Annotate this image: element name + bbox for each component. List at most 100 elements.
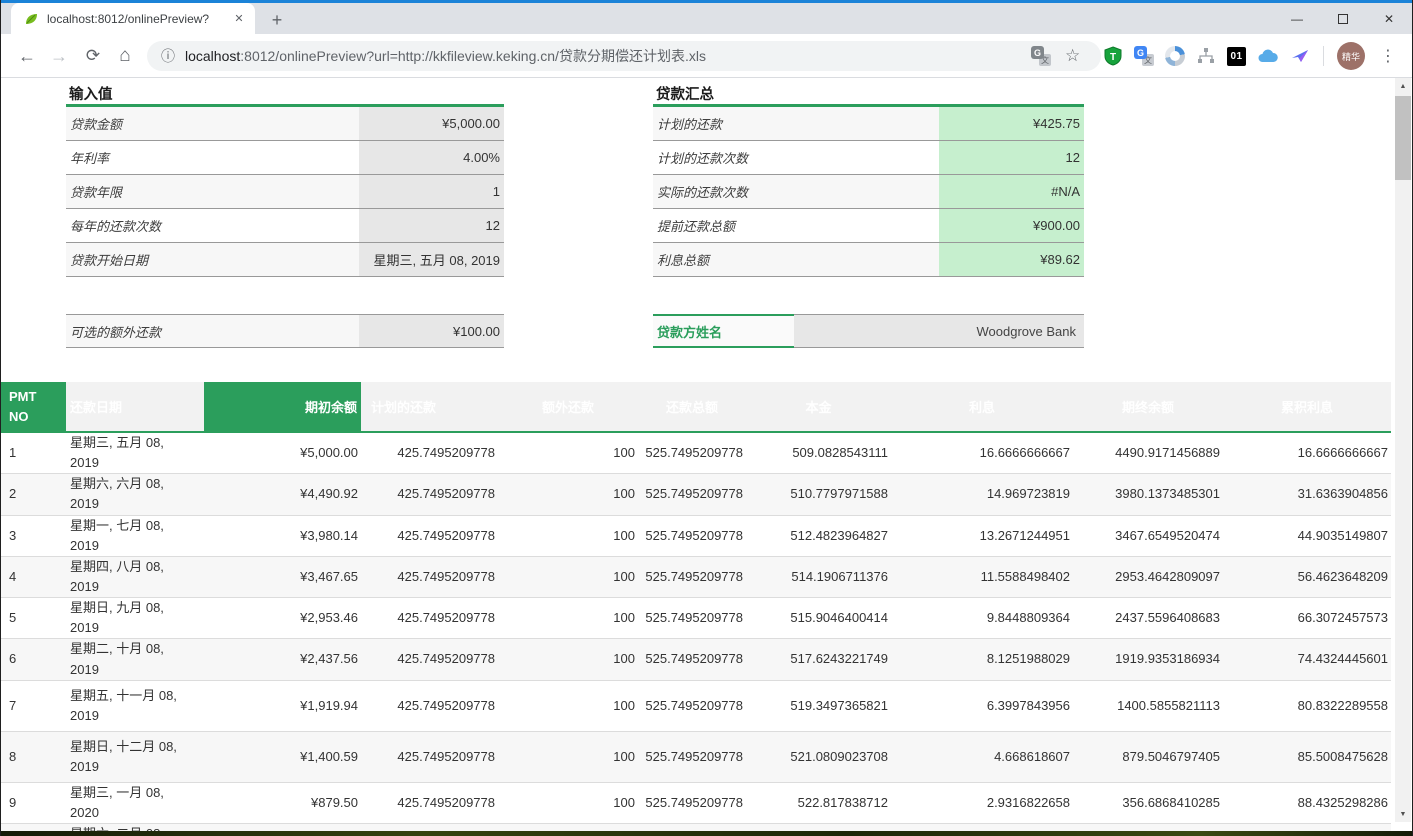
tab-close-icon[interactable]: ✕ [231, 11, 247, 27]
translate-extension-icon[interactable]: G 文 [1134, 46, 1154, 66]
table-cell: 4490.9171456889 [1073, 432, 1223, 474]
table-cell: 1919.9353186934 [1073, 639, 1223, 680]
sitemap-extension-icon[interactable] [1196, 46, 1216, 66]
table-cell: ¥3,467.65 [204, 556, 361, 597]
titlebar: localhost:8012/onlinePreview? ✕ + — ✕ [1, 0, 1412, 34]
table-row: 计划的还款次数 12 [653, 141, 1084, 175]
page-info-icon[interactable]: ⓘ [161, 46, 175, 66]
row-label: 每年的还款次数 [66, 209, 359, 242]
loan-summary-table: 计划的还款 ¥425.75 计划的还款次数 12 实际的还款次数 #N/A 提前… [653, 107, 1084, 277]
row-value: 星期三, 五月 08, 2019 [359, 243, 504, 276]
svg-text:T: T [1110, 52, 1116, 63]
table-cell: 星期三, 五月 08, 2019 [66, 432, 204, 474]
toolbar-separator [1323, 46, 1324, 66]
reload-button[interactable]: ⟳ [79, 42, 107, 70]
menu-kebab-icon[interactable]: ⋮ [1376, 46, 1400, 66]
table-cell: 425.7495209778 [361, 639, 498, 680]
url-bar[interactable]: ⓘ localhost:8012/onlinePreview?url=http:… [147, 41, 1101, 71]
table-row: 1星期三, 五月 08, 2019¥5,000.00425.7495209778… [1, 432, 1391, 474]
table-cell: 66.3072457573 [1223, 598, 1391, 639]
table-cell: 80.8322289558 [1223, 680, 1391, 731]
tab-title: localhost:8012/onlinePreview? [47, 12, 231, 26]
new-tab-button[interactable]: + [265, 8, 289, 32]
column-header: 期初余额 [204, 382, 361, 432]
table-row: 2星期六, 六月 08, 2019¥4,490.92425.7495209778… [1, 474, 1391, 515]
swirl-extension-icon[interactable] [1165, 46, 1185, 66]
loan-summary-title: 贷款汇总 [656, 83, 714, 104]
table-cell: 425.7495209778 [361, 432, 498, 474]
bookmark-star-icon[interactable]: ☆ [1065, 46, 1080, 66]
row-label: 贷款金额 [66, 107, 359, 140]
table-cell: 525.7495209778 [638, 515, 746, 556]
profile-avatar[interactable]: 精华 [1337, 42, 1365, 70]
table-cell: ¥4,490.92 [204, 474, 361, 515]
scrollbar-thumb[interactable] [1395, 96, 1411, 180]
table-cell: 16.6666666667 [1223, 432, 1391, 474]
table-cell: 6 [1, 639, 66, 680]
column-header: PMT NO [1, 382, 66, 432]
optional-extra-payment-row: 可选的额外还款 ¥100.00 [66, 314, 504, 348]
scroll-down-icon[interactable]: ▼ [1395, 806, 1411, 822]
table-cell: 星期日, 十二月 08, 2019 [66, 731, 204, 782]
table-cell: ¥1,400.59 [204, 731, 361, 782]
table-cell: 425.7495209778 [361, 556, 498, 597]
vertical-scrollbar[interactable]: ▲ ▼ [1395, 78, 1411, 822]
table-row: 9星期三, 一月 08, 2020¥879.50425.749520977810… [1, 782, 1391, 823]
table-row: 贷款年限 1 [66, 175, 504, 209]
forward-button[interactable]: → [45, 42, 73, 70]
row-value: 1 [359, 175, 504, 208]
home-button[interactable]: ⌂ [111, 42, 139, 70]
cloud-extension-icon[interactable] [1257, 48, 1279, 64]
row-value: ¥100.00 [359, 315, 504, 347]
table-cell: 522.817838712 [746, 782, 891, 823]
table-cell: 0 [1073, 823, 1223, 831]
table-cell: 星期三, 一月 08, 2020 [66, 782, 204, 823]
table-cell: 4 [1, 556, 66, 597]
bird-extension-icon[interactable] [1290, 46, 1310, 66]
table-cell: 11.5588498402 [891, 556, 1073, 597]
maximize-button[interactable] [1320, 3, 1366, 34]
table-cell: 14.969723819 [891, 474, 1073, 515]
url-path: :8012/onlinePreview?url=http://kkfilevie… [240, 48, 706, 64]
row-value: Woodgrove Bank [794, 314, 1084, 348]
back-button[interactable]: ← [13, 42, 41, 70]
shield-extension-icon[interactable]: T [1103, 46, 1123, 66]
window-controls: — ✕ [1274, 3, 1412, 34]
row-value: ¥5,000.00 [359, 107, 504, 140]
table-cell: 1400.5855821113 [1073, 680, 1223, 731]
table-cell: 56.4623648209 [1223, 556, 1391, 597]
table-cell: 31.6363904856 [1223, 474, 1391, 515]
translate-page-icon[interactable]: G 文 [1031, 46, 1051, 66]
spring-leaf-favicon [23, 11, 39, 27]
table-cell: 74.4324445601 [1223, 639, 1391, 680]
urlbar-action-icons: G 文 ☆ [1031, 41, 1080, 71]
minimize-button[interactable]: — [1274, 3, 1320, 34]
table-cell: 356.6868410285 [638, 823, 746, 831]
row-label: 贷款开始日期 [66, 243, 359, 276]
table-row: 7星期五, 十一月 08, 2019¥1,919.94425.749520977… [1, 680, 1391, 731]
row-value: ¥425.75 [939, 107, 1084, 140]
table-cell: 517.6243221749 [746, 639, 891, 680]
table-cell: 100 [498, 556, 638, 597]
table-cell: 525.7495209778 [638, 556, 746, 597]
row-value: 12 [939, 141, 1084, 174]
column-header: 累积利息 [1223, 382, 1391, 432]
scroll-up-icon[interactable]: ▲ [1395, 78, 1411, 94]
table-cell: 6.3997843956 [891, 680, 1073, 731]
table-cell: 7 [1, 680, 66, 731]
table-cell: 1 [1, 432, 66, 474]
table-cell: 星期五, 十一月 08, 2019 [66, 680, 204, 731]
column-header: 还款日期 [66, 382, 204, 432]
table-cell: 星期一, 七月 08, 2019 [66, 515, 204, 556]
01-extension-icon[interactable]: 01 [1227, 47, 1246, 66]
row-label: 提前还款总额 [653, 209, 939, 242]
table-row: 利息总额 ¥89.62 [653, 243, 1084, 277]
table-cell: 525.7495209778 [638, 432, 746, 474]
column-header: 利息 [891, 382, 1073, 432]
table-row: 每年的还款次数 12 [66, 209, 504, 243]
close-button[interactable]: ✕ [1366, 3, 1412, 34]
table-cell: 425.7495209778 [361, 823, 498, 831]
table-cell: 510.7797971588 [746, 474, 891, 515]
table-cell: 100 [498, 515, 638, 556]
browser-tab[interactable]: localhost:8012/onlinePreview? ✕ [11, 3, 255, 34]
